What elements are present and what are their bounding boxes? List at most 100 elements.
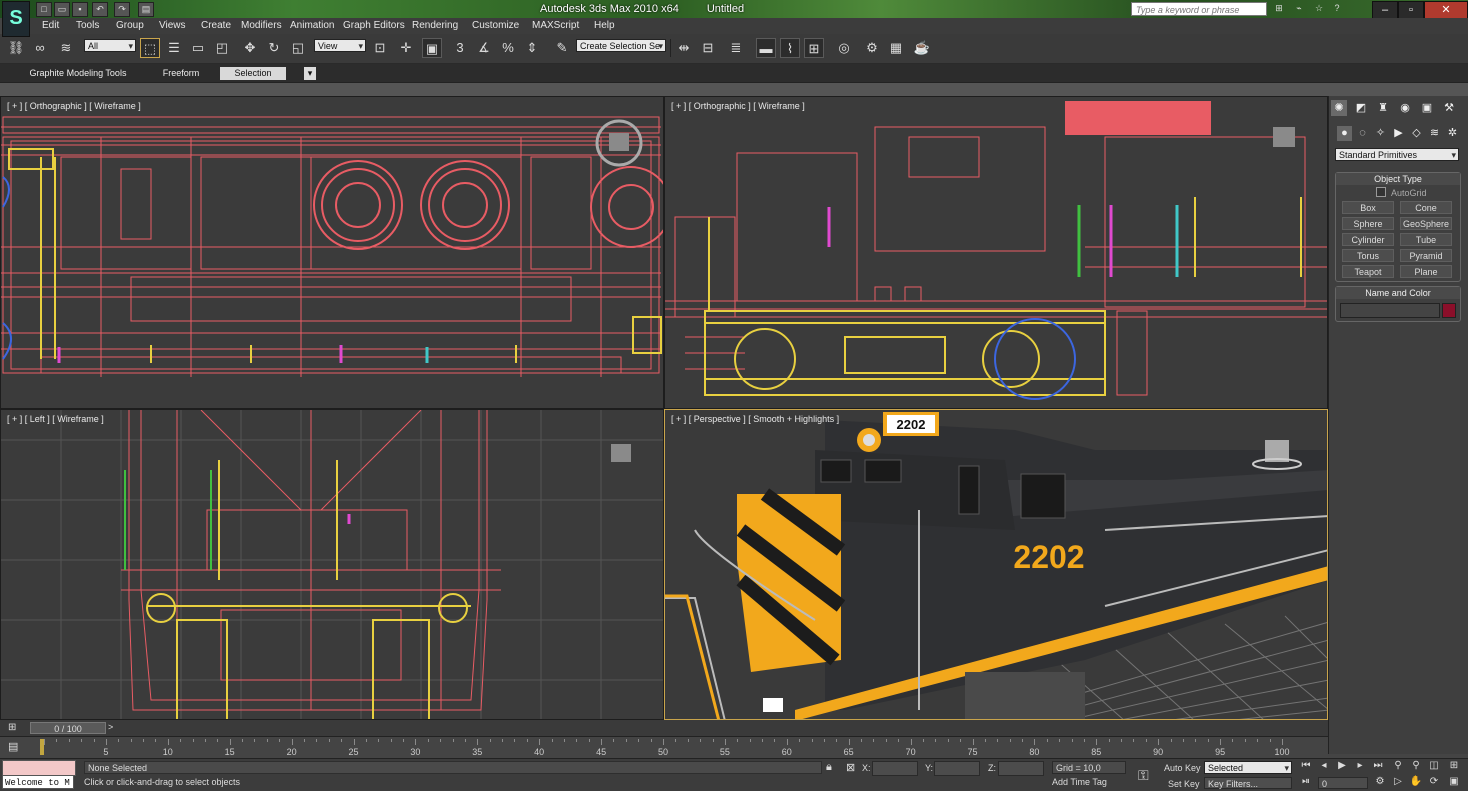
schematic-view-icon[interactable]: ⊞ — [804, 38, 824, 58]
zoom-extents-all-icon[interactable]: ⊞ — [1446, 759, 1462, 773]
set-key-button[interactable]: Set Key — [1168, 779, 1200, 789]
menu-maxscript[interactable]: MAXScript — [532, 20, 579, 31]
pyramid-button[interactable]: Pyramid — [1400, 249, 1452, 262]
menu-rendering[interactable]: Rendering — [412, 20, 458, 31]
key-mode-dropdown[interactable]: Selected — [1204, 761, 1292, 775]
modify-tab-icon[interactable]: ◩ — [1353, 100, 1369, 116]
align-icon[interactable]: ⊟ — [698, 38, 718, 58]
play-icon[interactable]: ▶ — [1334, 759, 1350, 773]
absolute-mode-icon[interactable]: ⊠ — [846, 761, 855, 774]
viewport-top[interactable]: [ + ] [ Orthographic ] [ Wireframe ] — [0, 96, 664, 409]
tube-button[interactable]: Tube — [1400, 233, 1452, 246]
x-coordinate-field[interactable] — [872, 761, 918, 776]
time-slider[interactable]: ⊞ 0 / 100 > — [0, 720, 1328, 736]
viewport-label[interactable]: [ + ] [ Orthographic ] [ Wireframe ] — [7, 101, 141, 111]
close-button[interactable]: ✕ — [1424, 1, 1468, 19]
angle-snap-icon[interactable]: ∡ — [474, 38, 494, 58]
object-name-field[interactable] — [1340, 303, 1440, 318]
current-frame-field[interactable]: 0 — [1318, 777, 1368, 789]
spinner-snap-icon[interactable]: ⇕ — [522, 38, 542, 58]
maximize-button[interactable]: ▫ — [1398, 1, 1424, 19]
key-mode-toggle-icon[interactable]: ⏯ — [1298, 775, 1314, 789]
systems-icon[interactable]: ✲ — [1445, 126, 1460, 141]
box-button[interactable]: Box — [1342, 201, 1394, 214]
previous-frame-icon[interactable]: ◂ — [1316, 759, 1332, 773]
object-type-title[interactable]: Object Type — [1336, 173, 1460, 185]
viewport-left[interactable]: [ + ] [ Left ] [ Wireframe ] — [0, 409, 664, 720]
select-and-manipulate-icon[interactable]: ✛ — [396, 38, 416, 58]
zoom-extents-icon[interactable]: ◫ — [1426, 759, 1442, 773]
track-bar[interactable]: ▤ 5 10 15 20 25 30 35 40 45 50 55 60 65 70 75 80 85 90 95 1… — [0, 736, 1328, 759]
set-key-icon[interactable]: ⚿ — [1138, 767, 1149, 784]
orbit-icon[interactable]: ⟳ — [1426, 775, 1442, 789]
menu-create[interactable]: Create — [201, 20, 231, 31]
motion-tab-icon[interactable]: ◉ — [1397, 100, 1413, 116]
hierarchy-tab-icon[interactable]: ♜ — [1375, 100, 1391, 116]
pan-icon[interactable]: ✋ — [1408, 775, 1424, 789]
menu-customize[interactable]: Customize — [472, 20, 519, 31]
lights-icon[interactable]: ✧ — [1373, 126, 1388, 141]
mini-curve-editor-icon[interactable]: ⊞ — [8, 722, 22, 734]
pivot-center-icon[interactable]: ⊡ — [370, 38, 390, 58]
key-filters-button[interactable]: Key Filters... — [1204, 777, 1292, 789]
unlink-icon[interactable]: ∞ — [30, 38, 50, 58]
project-folder-icon[interactable]: ▤ — [138, 2, 154, 17]
material-editor-icon[interactable]: ◎ — [834, 38, 854, 58]
name-and-color-title[interactable]: Name and Color — [1336, 287, 1460, 299]
scale-icon[interactable]: ◱ — [288, 38, 308, 58]
cylinder-button[interactable]: Cylinder — [1342, 233, 1394, 246]
next-frame-icon[interactable]: > — [108, 722, 113, 732]
shapes-icon[interactable]: ◌ — [1355, 126, 1370, 141]
select-object-icon[interactable]: ⬚ — [140, 38, 160, 58]
cone-button[interactable]: Cone — [1400, 201, 1452, 214]
window-crossing-icon[interactable]: ◰ — [212, 38, 232, 58]
render-setup-icon[interactable]: ⚙ — [862, 38, 882, 58]
maxscript-listener-field[interactable] — [2, 760, 76, 776]
menu-animation[interactable]: Animation — [290, 20, 334, 31]
rectangular-selection-icon[interactable]: ▭ — [188, 38, 208, 58]
lock-icon[interactable]: 🔒︎ — [826, 761, 832, 774]
save-icon[interactable]: ▪ — [72, 2, 88, 17]
time-configuration-icon[interactable]: ⚙ — [1372, 775, 1388, 789]
viewport-label[interactable]: [ + ] [ Left ] [ Wireframe ] — [7, 414, 104, 424]
plane-button[interactable]: Plane — [1400, 265, 1452, 278]
object-color-swatch[interactable] — [1442, 303, 1456, 318]
new-icon[interactable]: □ — [36, 2, 52, 17]
search-input[interactable]: Type a keyword or phrase — [1131, 2, 1267, 16]
track-bar-icon[interactable]: ▤ — [8, 740, 18, 753]
snaps-toggle-icon[interactable]: 3 — [450, 38, 470, 58]
sphere-button[interactable]: Sphere — [1342, 217, 1394, 230]
auto-key-button[interactable]: Auto Key — [1164, 763, 1201, 773]
percent-snap-icon[interactable]: % — [498, 38, 518, 58]
redo-icon[interactable]: ↷ — [114, 2, 130, 17]
field-of-view-icon[interactable]: ▷ — [1390, 775, 1406, 789]
viewport-label[interactable]: [ + ] [ Perspective ] [ Smooth + Highlig… — [671, 414, 839, 424]
tab-selection[interactable]: Selection — [220, 67, 286, 80]
named-selection-set-dropdown[interactable]: Create Selection Se — [576, 39, 666, 53]
next-frame-icon[interactable]: ▸ — [1352, 759, 1368, 773]
menu-help[interactable]: Help — [594, 20, 615, 31]
zoom-icon[interactable]: ⚲ — [1390, 759, 1406, 773]
select-by-name-icon[interactable]: ☰ — [164, 38, 184, 58]
render-production-icon[interactable]: ☕ — [912, 38, 932, 58]
maximize-viewport-icon[interactable]: ▣ — [1446, 775, 1462, 789]
teapot-button[interactable]: Teapot — [1342, 265, 1394, 278]
y-coordinate-field[interactable] — [934, 761, 980, 776]
go-to-start-icon[interactable]: ⏮ — [1298, 759, 1314, 773]
binoculars-icon[interactable]: ⊞ — [1272, 2, 1286, 15]
autogrid-checkbox[interactable]: AutoGrid — [1376, 187, 1427, 198]
maxscript-mini-listener[interactable]: Welcome to M — [2, 775, 74, 789]
graphite-toggle-icon[interactable]: ▬ — [756, 38, 776, 58]
torus-button[interactable]: Torus — [1342, 249, 1394, 262]
open-icon[interactable]: ▭ — [54, 2, 70, 17]
undo-icon[interactable]: ↶ — [92, 2, 108, 17]
zoom-all-icon[interactable]: ⚲ — [1408, 759, 1424, 773]
layer-manager-icon[interactable]: ≣ — [726, 38, 746, 58]
add-time-tag[interactable]: Add Time Tag — [1052, 777, 1107, 787]
ribbon-options-icon[interactable]: ▾ — [304, 67, 316, 80]
viewport-front[interactable]: [ + ] [ Orthographic ] [ Wireframe ] — [664, 96, 1328, 409]
mirror-icon[interactable]: ⇹ — [674, 38, 694, 58]
menu-edit[interactable]: Edit — [42, 20, 59, 31]
display-tab-icon[interactable]: ▣ — [1419, 100, 1435, 116]
favorites-icon[interactable]: ☆ — [1312, 2, 1326, 15]
